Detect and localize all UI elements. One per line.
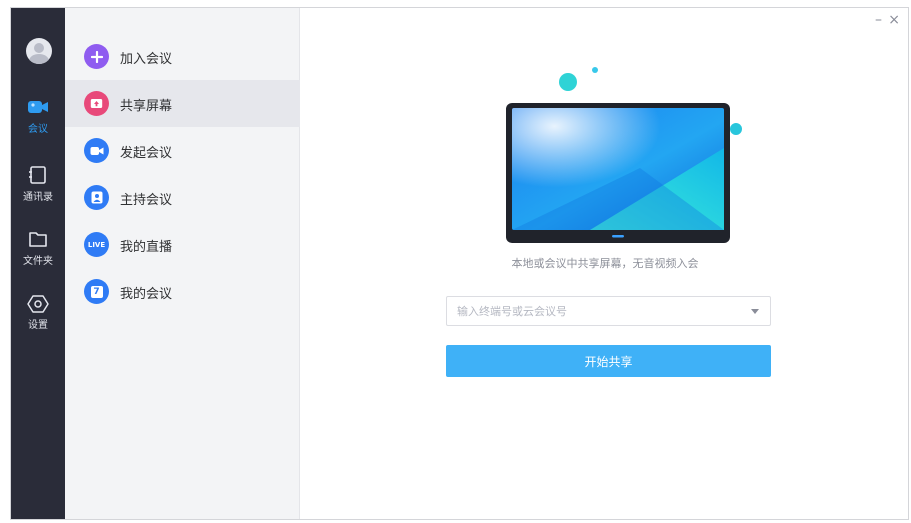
share-screen-icon	[84, 91, 109, 116]
avatar[interactable]	[26, 38, 52, 64]
menu-item-label: 共享屏幕	[120, 99, 173, 114]
menu-item-label: 加入会议	[120, 52, 173, 67]
rail-item-meeting[interactable]: 会议	[11, 98, 65, 135]
menu-item-label: 主持会议	[120, 193, 173, 208]
rail-item-folder[interactable]: 文件夹	[11, 230, 65, 267]
contacts-icon	[27, 166, 49, 184]
menu-item-share-screen[interactable]: 共享屏幕	[65, 80, 300, 127]
video-camera-icon	[27, 98, 49, 116]
menu-item-join-meeting[interactable]: 加入会议	[65, 33, 300, 80]
plus-icon	[84, 44, 109, 69]
chevron-down-icon[interactable]	[751, 309, 759, 314]
settings-hexagon-icon	[27, 294, 49, 313]
host-person-icon	[84, 185, 109, 210]
rail-item-label: 会议	[28, 124, 48, 135]
video-camera-icon	[84, 138, 109, 163]
menu-item-my-meetings[interactable]: 7 我的会议	[65, 268, 300, 315]
share-hint-text: 本地或会议中共享屏幕，无音视频入会	[511, 257, 699, 270]
folder-icon	[27, 230, 49, 248]
share-screen-panel: – × 本地或会议中共享屏幕，无音视频入会 输入终端号或云会议号 开始共享	[300, 8, 908, 519]
screen-share-illustration	[506, 67, 742, 243]
menu-item-start-meeting[interactable]: 发起会议	[65, 127, 300, 174]
menu-item-label: 我的直播	[120, 240, 173, 255]
calendar-icon-day: 7	[90, 285, 103, 298]
meeting-menu: 加入会议 共享屏幕 发起会议 主持会议 LIVE 我的直播 7 我的会议	[65, 8, 300, 519]
menu-item-label: 发起会议	[120, 146, 173, 161]
app-window: 会议 通讯录 文件夹 设置 加入会议 共享屏幕 发起会议 主持会议 LIVE 我…	[10, 7, 909, 520]
rail-item-contacts[interactable]: 通讯录	[11, 166, 65, 203]
rail-item-label: 通讯录	[23, 192, 53, 203]
menu-item-host-meeting[interactable]: 主持会议	[65, 174, 300, 221]
rail-item-label: 文件夹	[23, 256, 53, 267]
terminal-number-select[interactable]	[446, 296, 771, 326]
rail-item-label: 设置	[28, 320, 48, 331]
menu-item-label: 我的会议	[120, 287, 173, 302]
minimize-button[interactable]: –	[875, 12, 882, 28]
rail-item-settings[interactable]: 设置	[11, 294, 65, 331]
terminal-number-input[interactable]	[447, 297, 737, 325]
menu-item-my-live[interactable]: LIVE 我的直播	[65, 221, 300, 268]
left-rail: 会议 通讯录 文件夹 设置	[11, 8, 65, 519]
calendar-icon: 7	[84, 279, 109, 304]
live-icon: LIVE	[84, 232, 109, 257]
start-share-button[interactable]: 开始共享	[446, 345, 771, 377]
close-button[interactable]: ×	[888, 12, 900, 28]
